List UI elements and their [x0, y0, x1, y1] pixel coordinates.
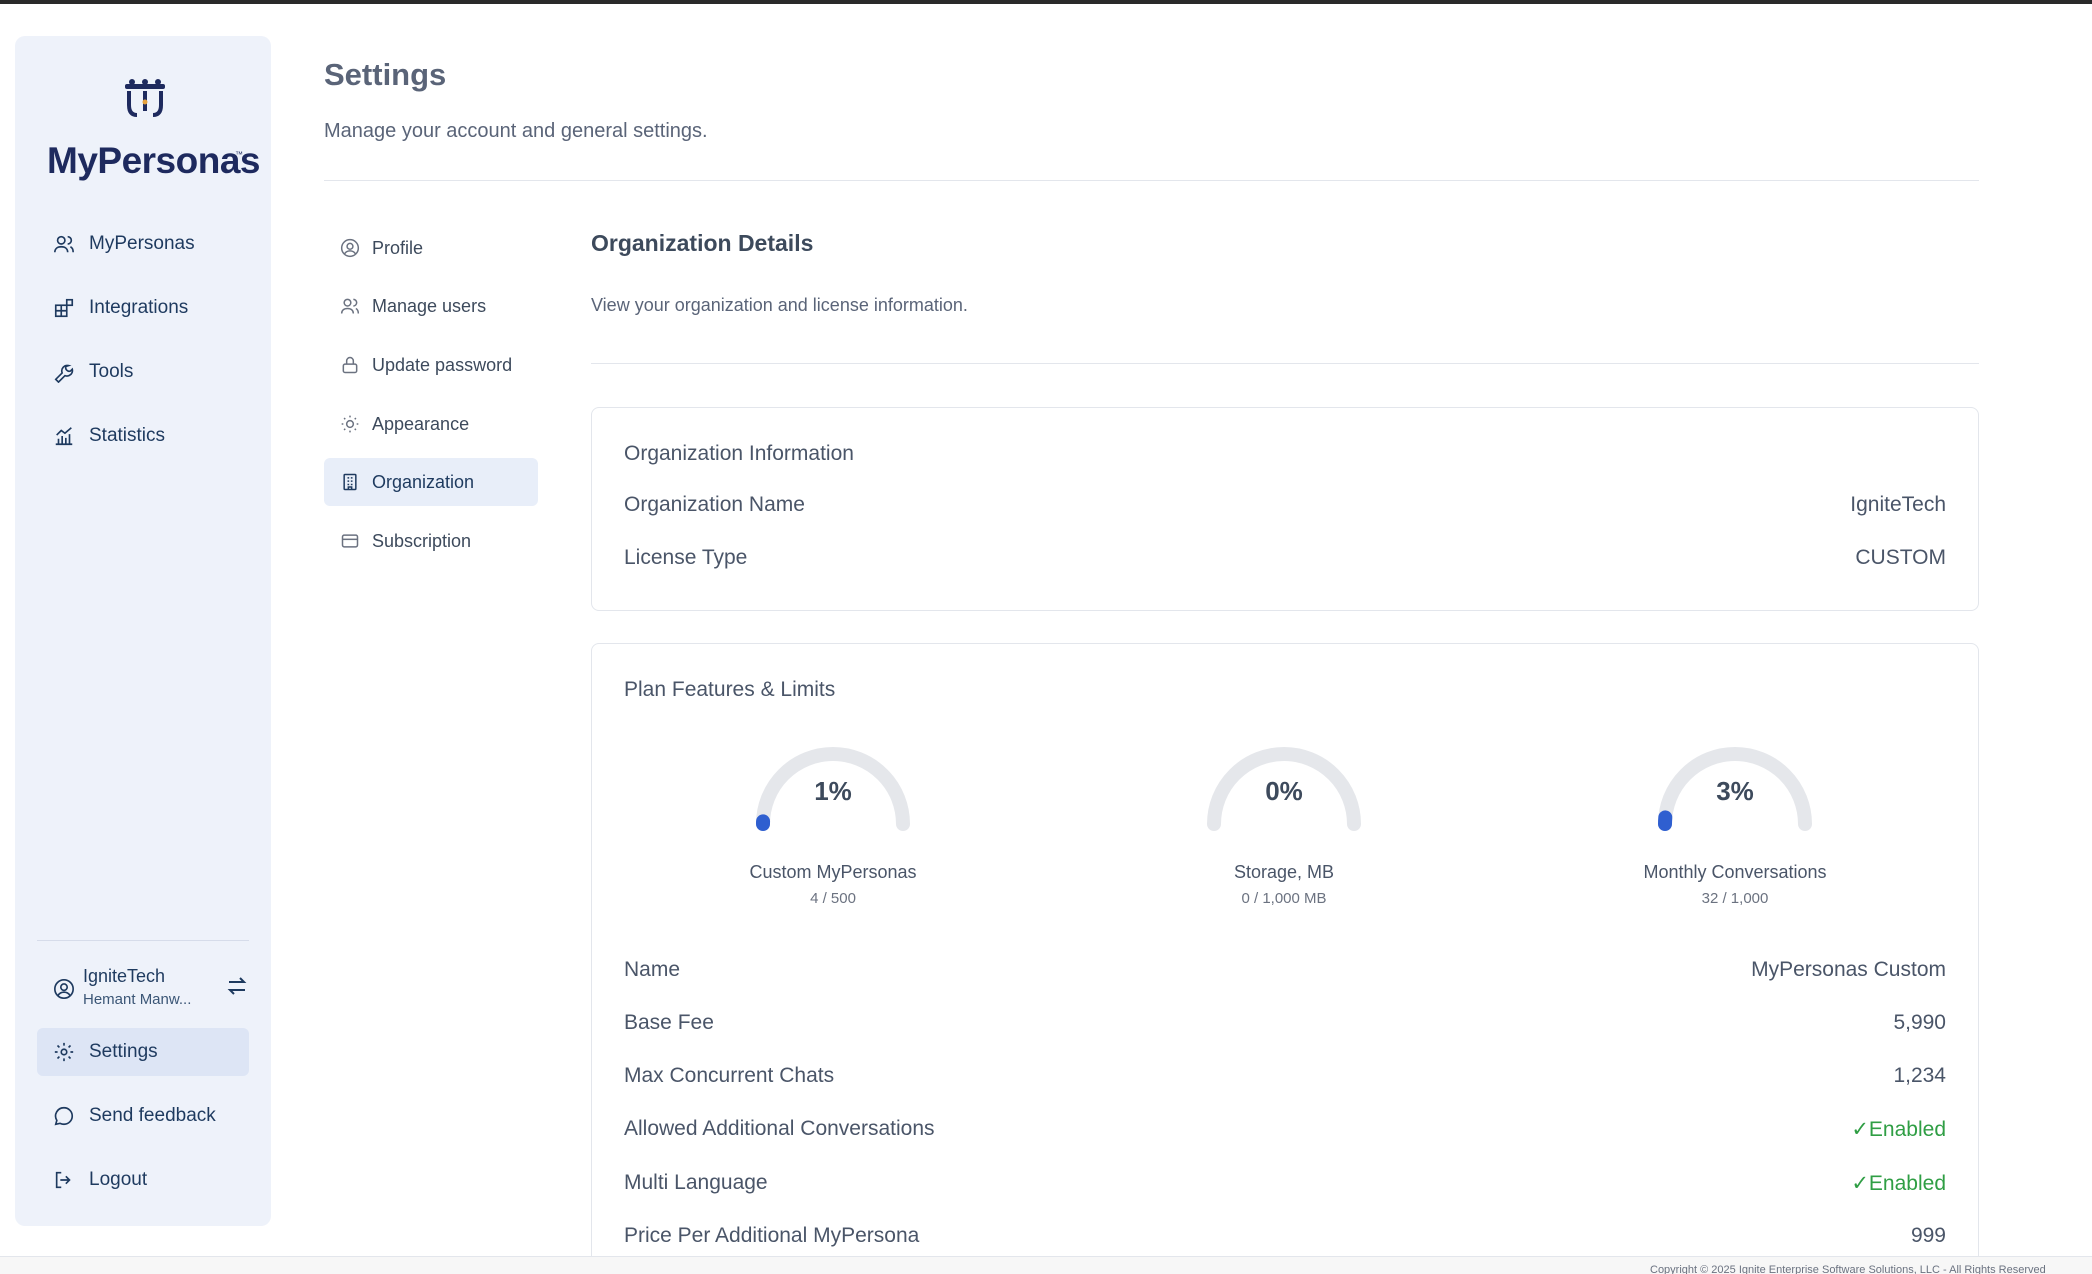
organization-info-card: Organization Information Organization Na…: [591, 407, 1979, 611]
row-value: IgniteTech: [1850, 493, 1946, 516]
row-label: Organization Name: [624, 493, 805, 516]
section-subtitle: View your organization and license infor…: [591, 295, 968, 315]
sun-icon: [341, 415, 359, 433]
settings-nav-label: Organization: [372, 471, 475, 492]
logo-trademark: ™: [235, 150, 243, 159]
plan-row-price-per-additional-mypersona: Price Per Additional MyPersona 999: [624, 1221, 1946, 1251]
nav-label: MyPersonas: [89, 233, 195, 254]
gauge-usage: 4 / 500: [810, 890, 856, 907]
gauge-usage: 32 / 1,000: [1701, 890, 1769, 907]
row-label: Allowed Additional Conversations: [624, 1117, 935, 1140]
account-org-name: IgniteTech: [83, 966, 166, 986]
account-user-name: Hemant Manw...: [83, 991, 192, 1008]
settings-nav-label: Appearance: [372, 413, 470, 434]
gauge-percent: 3%: [1716, 776, 1754, 806]
info-row-organization-name: Organization Name IgniteTech: [624, 490, 1946, 520]
settings-nav-label: Subscription: [372, 530, 472, 551]
user-circle-icon: [54, 979, 74, 999]
plan-row-base-fee: Base Fee 5,990: [624, 1008, 1946, 1038]
mypersonas-logo[interactable]: MyPersonas ™: [47, 78, 261, 181]
account-switcher[interactable]: IgniteTech Hemant Manw...: [37, 960, 249, 1016]
settings-nav-label: Profile: [372, 237, 424, 258]
page-footer: Copyright © 2025 Ignite Enterprise Softw…: [0, 1256, 2092, 1274]
gauge-usage: 0 / 1,000 MB: [1241, 890, 1327, 907]
enabled-status: ✓Enabled: [1851, 1117, 1946, 1141]
settings-nav-update-password[interactable]: Update password: [324, 341, 538, 389]
plan-row-multi-language: Multi Language ✓Enabled: [624, 1168, 1946, 1198]
usage-gauge-custom-mypersonas: 1% Custom MyPersonas 4 / 500: [713, 740, 953, 920]
row-label: Name: [624, 958, 681, 981]
row-label: Price Per Additional MyPersona: [624, 1224, 920, 1247]
section-title: Organization Details: [591, 230, 814, 256]
gear-icon: [54, 1042, 74, 1062]
gauge-percent: 0%: [1265, 776, 1303, 806]
gauge-percent: 1%: [814, 776, 852, 806]
card-title: Plan Features & Limits: [624, 678, 836, 701]
info-row-license-type: License Type CUSTOM: [624, 543, 1946, 573]
app-sidebar: MyPersonas ™ MyPersonas Integrations Too…: [15, 36, 271, 1226]
nav-label: Tools: [89, 361, 134, 382]
usage-gauge-storage: 0% Storage, MB 0 / 1,000 MB: [1164, 740, 1404, 920]
sidebar-divider: [37, 940, 249, 941]
settings-nav-label: Manage users: [372, 295, 487, 316]
nav-label: Logout: [89, 1169, 148, 1190]
logout-icon: [55, 1171, 71, 1189]
nav-item-settings[interactable]: Settings: [37, 1028, 249, 1076]
users-icon: [340, 298, 360, 314]
nav-item-tools[interactable]: Tools: [37, 348, 249, 396]
plan-features-card: Plan Features & Limits 1% Custom MyPerso…: [591, 643, 1979, 1274]
row-label: License Type: [624, 546, 748, 569]
swap-icon[interactable]: [225, 974, 249, 998]
section-divider: [591, 363, 1979, 364]
page-subtitle: Manage your account and general settings…: [324, 120, 708, 142]
logo-mark-icon: [125, 79, 165, 117]
user-circle-icon: [340, 238, 360, 258]
card-icon: [341, 534, 359, 548]
copyright-text: Copyright © 2025 Ignite Enterprise Softw…: [1650, 1264, 2046, 1274]
puzzle-icon: [54, 298, 74, 318]
chat-icon: [54, 1106, 73, 1126]
enabled-status: ✓Enabled: [1851, 1171, 1946, 1195]
nav-item-logout[interactable]: Logout: [37, 1156, 249, 1204]
wrench-icon: [54, 364, 74, 383]
row-label: Base Fee: [624, 1011, 714, 1034]
nav-label: Send feedback: [89, 1105, 216, 1126]
settings-nav-organization[interactable]: Organization: [324, 458, 538, 506]
plan-row-max-concurrent-chats: Max Concurrent Chats 1,234: [624, 1061, 1946, 1091]
lock-icon: [342, 356, 358, 374]
usage-gauge-monthly-conversations: 3% Monthly Conversations 32 / 1,000: [1615, 740, 1855, 920]
header-divider: [324, 180, 1979, 181]
row-value: MyPersonas Custom: [1751, 958, 1946, 981]
settings-nav-manage-users[interactable]: Manage users: [324, 282, 538, 330]
gauge-label: Custom MyPersonas: [749, 862, 917, 882]
building-icon: [343, 473, 357, 491]
row-value: CUSTOM: [1855, 546, 1946, 569]
row-value: 999: [1910, 1224, 1946, 1247]
settings-nav-profile[interactable]: Profile: [324, 224, 538, 272]
row-label: Max Concurrent Chats: [624, 1064, 835, 1087]
settings-nav-label: Update password: [372, 354, 513, 375]
window-top-border: [0, 0, 2092, 4]
nav-label: Statistics: [89, 425, 166, 446]
logo-wordmark: MyPersonas: [47, 140, 261, 181]
nav-label: Settings: [89, 1041, 158, 1062]
row-label: Multi Language: [624, 1171, 768, 1194]
row-value: 5,990: [1893, 1011, 1946, 1034]
nav-label: Integrations: [89, 297, 189, 318]
settings-nav-appearance[interactable]: Appearance: [324, 400, 538, 448]
nav-item-send-feedback[interactable]: Send feedback: [37, 1092, 249, 1140]
card-title: Organization Information: [624, 442, 854, 465]
users-icon: [54, 235, 74, 253]
settings-nav-subscription[interactable]: Subscription: [324, 517, 538, 565]
nav-item-mypersonas[interactable]: MyPersonas: [37, 220, 249, 268]
gauge-label: Storage, MB: [1233, 862, 1335, 882]
plan-row-additional-conversations: Allowed Additional Conversations ✓Enable…: [624, 1114, 1946, 1144]
nav-item-integrations[interactable]: Integrations: [37, 284, 249, 332]
chart-icon: [55, 427, 73, 446]
plan-row-name: Name MyPersonas Custom: [624, 955, 1946, 985]
row-value: 1,234: [1893, 1064, 1946, 1087]
nav-item-statistics[interactable]: Statistics: [37, 412, 249, 460]
gauge-label: Monthly Conversations: [1643, 862, 1827, 882]
page-title: Settings: [324, 57, 447, 92]
